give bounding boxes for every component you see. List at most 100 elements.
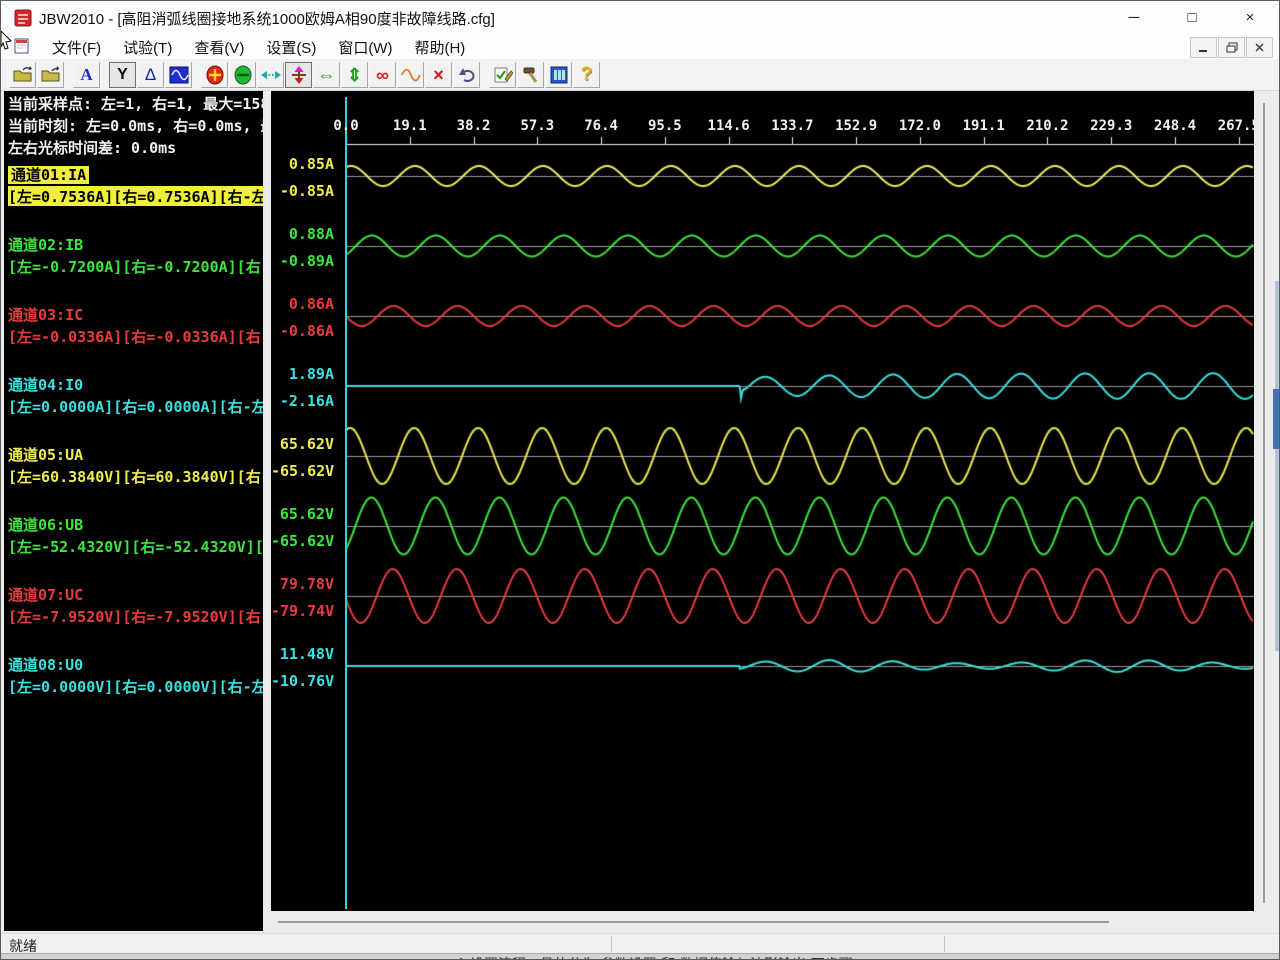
time-tick-label: 19.1 (380, 118, 440, 134)
menu-item-1[interactable]: 试验(T) (112, 34, 183, 59)
channel-min-value-3: -0.86A (271, 322, 334, 338)
toolbar-button-edit-params[interactable] (489, 62, 516, 88)
channel-max-value-2: 0.88A (271, 225, 334, 241)
channel-name-text: 通道04:I0 (8, 376, 83, 394)
cursor-info-line: 左右光标时间差: 0.0ms (8, 137, 176, 157)
toolbar-button-compress-time[interactable] (257, 62, 284, 88)
time-tick-label: 210.2 (1017, 118, 1077, 134)
time-tick-label: 267.5 (1209, 118, 1254, 134)
toolbar-button-expand-horizontal[interactable]: ⇔ (313, 62, 340, 88)
time-tick-label: 114.6 (699, 118, 759, 134)
toolbar-button-open-file-alt[interactable] (37, 62, 64, 88)
channel-name-text: 通道07:UC (8, 586, 83, 604)
channel-cursor-values-3: [左=-0.0336A][右=-0.0336A][右- (8, 326, 263, 346)
menu-item-4[interactable]: 窗口(W) (327, 34, 403, 59)
document-icon (13, 37, 31, 60)
toolbar-button-undo[interactable] (453, 62, 480, 88)
channel-name-text: 通道03:IC (8, 306, 83, 324)
channel-label-3[interactable]: 通道03:IC (8, 304, 83, 324)
toolbar-button-expand-vertical[interactable]: ⇕ (341, 62, 368, 88)
cursor-info-line: 当前时刻: 左=0.0ms, 右=0.0ms, 最大= (8, 115, 263, 135)
channel-name-text: 通道05:UA (8, 446, 83, 464)
vertical-scrollbar[interactable] (1263, 103, 1265, 903)
waveform-canvas[interactable] (271, 91, 1254, 911)
toolbar-button-wye-connection[interactable]: Y (109, 62, 136, 88)
waveform-window-icon (169, 66, 189, 84)
toolbar-button-report[interactable] (545, 62, 572, 88)
channel-name-text: 通道02:IB (8, 236, 83, 254)
channel-cursor-values-8: [左=0.0000V][右=0.0000V][右-左 (8, 676, 263, 696)
channel-max-value-8: 11.48V (271, 645, 334, 661)
zoom-out-icon (233, 65, 253, 85)
status-divider (944, 936, 945, 952)
toolbar-button-tools[interactable] (517, 62, 544, 88)
open-file-alt-icon (40, 65, 62, 84)
sine-wave-icon (401, 68, 421, 82)
status-divider (611, 936, 612, 952)
open-file-icon (12, 65, 34, 84)
channel-label-2[interactable]: 通道02:IB (8, 234, 83, 254)
overlay-waves-icon: ∞ (376, 66, 389, 84)
toolbar-button-open-file[interactable] (9, 62, 36, 88)
time-cursor-line[interactable] (345, 97, 347, 909)
font-icon: A (80, 66, 92, 83)
channel-label-1[interactable]: 通道01:IA (8, 164, 89, 184)
channel-label-5[interactable]: 通道05:UA (8, 444, 83, 464)
toolbar-button-zoom-in[interactable] (201, 62, 228, 88)
mdi-minimize-button[interactable] (1190, 37, 1217, 58)
background-window-text: 入设置流程，具体分为“参数设置”和“数据传输与波形输出”两步骤 (456, 954, 853, 960)
toolbar-button-zoom-out[interactable] (229, 62, 256, 88)
app-window: JBW2010 - [高阻消弧线圈接地系统1000欧姆A相90度非故障线路.cf… (0, 0, 1280, 960)
delete-icon: × (433, 66, 444, 84)
channel-min-value-2: -0.89A (271, 252, 334, 268)
toolbar-button-delta-connection[interactable]: Δ (137, 62, 164, 88)
right-scroll-strip (1254, 91, 1280, 933)
toolbar-button-sine-wave[interactable] (397, 62, 424, 88)
maximize-button[interactable]: □ (1163, 1, 1221, 34)
menu-item-3[interactable]: 设置(S) (255, 34, 327, 59)
menu-item-2[interactable]: 查看(V) (183, 34, 255, 59)
panel-splitter[interactable] (263, 91, 271, 933)
close-button[interactable]: × (1221, 1, 1279, 34)
toolbar-button-waveform-window[interactable] (165, 62, 192, 88)
toolbar-button-help[interactable]: ? (573, 62, 600, 88)
channel-cursor-values-5: [左=60.3840V][右=60.3840V][右- (8, 466, 263, 486)
channel-max-value-1: 0.85A (271, 155, 334, 171)
title-bar: JBW2010 - [高阻消弧线圈接地系统1000欧姆A相90度非故障线路.cf… (1, 1, 1279, 34)
waveform-plot[interactable]: 时间轴(ms): 最大值: 0.019.138.257.376.495.5114… (271, 91, 1254, 911)
channel-name-text: 通道06:UB (8, 516, 83, 534)
mdi-close-button[interactable] (1246, 37, 1273, 58)
horizontal-scrollbar[interactable] (278, 921, 1109, 923)
minimize-button[interactable]: ─ (1105, 1, 1163, 34)
app-icon (14, 9, 32, 32)
time-tick-label: 248.4 (1145, 118, 1205, 134)
toolbar-button-delete[interactable]: × (425, 62, 452, 88)
toolbar-button-font[interactable]: A (73, 62, 100, 88)
time-tick-label: 57.3 (507, 118, 567, 134)
channel-cursor-values-1: [左=0.7536A][右=0.7536A][右-左 (8, 186, 263, 206)
channel-max-value-3: 0.86A (271, 295, 334, 311)
background-window-sliver-blue (1273, 389, 1280, 449)
time-tick-label: 133.7 (762, 118, 822, 134)
background-window-strip: 入设置流程，具体分为“参数设置”和“数据传输与波形输出”两步骤 (1, 953, 1280, 960)
channel-label-8[interactable]: 通道08:U0 (8, 654, 83, 674)
toolbar-button-overlay-waves[interactable]: ∞ (369, 62, 396, 88)
channel-cursor-values-6: [左=-52.4320V][右=-52.4320V][ (8, 536, 263, 556)
mdi-restore-button[interactable] (1218, 37, 1245, 58)
tools-icon (521, 65, 541, 85)
channel-label-7[interactable]: 通道07:UC (8, 584, 83, 604)
channel-min-value-5: -65.62V (271, 462, 334, 478)
menu-item-5[interactable]: 帮助(H) (403, 34, 476, 59)
menu-item-0[interactable]: 文件(F) (41, 34, 112, 59)
expand-horizontal-icon: ⇔ (318, 66, 336, 84)
channel-min-value-8: -10.76V (271, 672, 334, 688)
channel-label-4[interactable]: 通道04:I0 (8, 374, 83, 394)
horizontal-scroll-strip (271, 911, 1280, 933)
channel-cursor-values-2: [左=-0.7200A][右=-0.7200A][右- (8, 256, 263, 276)
channel-name-text: 通道08:U0 (8, 656, 83, 674)
channel-name-text: 通道01:IA (8, 166, 89, 184)
compress-time-icon (260, 68, 282, 82)
toolbar-button-adjust-channel[interactable] (285, 62, 312, 88)
delta-connection-icon: Δ (145, 66, 156, 83)
channel-label-6[interactable]: 通道06:UB (8, 514, 83, 534)
